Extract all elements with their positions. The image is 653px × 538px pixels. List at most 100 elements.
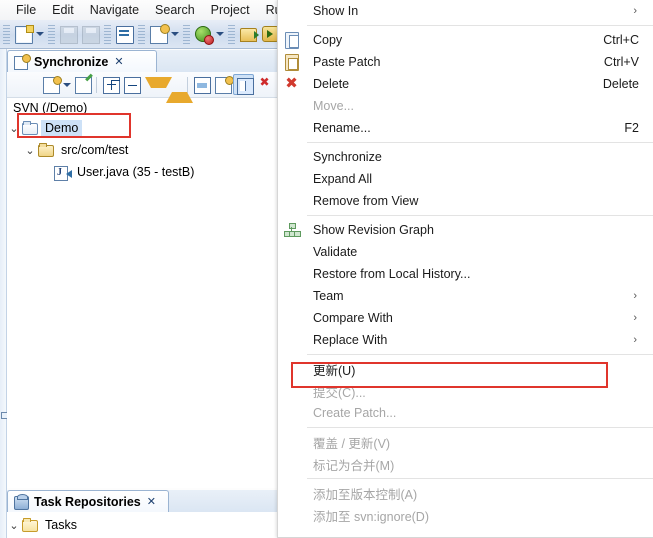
menu-item-label: Synchronize	[313, 150, 382, 164]
menu-item-synchronize[interactable]: Synchronize	[278, 146, 653, 168]
toolbar-grip[interactable]	[228, 24, 235, 44]
toolbar-grip[interactable]	[138, 24, 145, 44]
menu-item-label: Team	[313, 289, 344, 303]
save-all-icon[interactable]	[79, 23, 101, 45]
menu-item-label: Delete	[313, 77, 350, 91]
svn-dropdown-arrow-icon[interactable]	[169, 23, 180, 45]
menu-item-paste-patch[interactable]: Paste Patch Ctrl+V	[278, 51, 653, 73]
close-icon[interactable]: ✕	[114, 55, 123, 68]
menu-project[interactable]: Project	[203, 3, 258, 17]
synchronize-view: Synchronize ✕ ✖ SVN (/Demo) ⌄ Demo ⌄ src…	[7, 50, 277, 488]
menu-item-label: Move...	[313, 99, 354, 113]
tree-item-tasks[interactable]: ⌄ Tasks	[7, 514, 277, 536]
new-wizard-dropdown-arrow-icon[interactable]	[34, 23, 45, 45]
twisty-icon[interactable]: ⌄	[7, 122, 21, 135]
chevron-right-icon: ›	[633, 312, 637, 324]
menu-separator	[278, 427, 653, 428]
sync-mode-dropdown-arrow-icon[interactable]	[61, 74, 72, 96]
menu-item-create-patch: Create Patch...	[278, 402, 653, 424]
tree-item-label: Demo	[41, 120, 83, 136]
java-file-icon	[53, 164, 72, 181]
menu-item-label: 更新(U)	[313, 363, 356, 378]
menu-file[interactable]: File	[8, 3, 44, 17]
menu-item-label: 覆盖 / 更新(V)	[313, 436, 391, 451]
menu-item-restore-from-local-history[interactable]: Restore from Local History...	[278, 263, 653, 285]
menu-item-label: 提交(C)...	[313, 385, 366, 400]
menu-separator	[278, 354, 653, 355]
menu-item-label: Paste Patch	[313, 55, 381, 69]
menu-item-label: 标记为合并(M)	[313, 458, 395, 473]
expand-all-icon[interactable]	[100, 74, 121, 95]
menu-separator	[278, 478, 653, 479]
toolbar-grip[interactable]	[3, 24, 10, 44]
collapse-all-icon[interactable]	[121, 74, 142, 95]
tab-task-repositories[interactable]: Task Repositories ✕	[7, 490, 169, 512]
debug-icon[interactable]	[192, 23, 214, 45]
debug-dropdown-arrow-icon[interactable]	[214, 23, 225, 45]
menu-item-mark-as-merged: 标记为合并(M)	[278, 453, 653, 475]
menu-item-label: Show Revision Graph	[313, 223, 434, 237]
open-console-icon[interactable]	[113, 23, 135, 45]
menu-item-accelerator: F2	[624, 121, 639, 135]
next-change-icon[interactable]	[142, 74, 172, 95]
incoming-mode-icon[interactable]	[191, 74, 212, 95]
save-icon[interactable]	[57, 23, 79, 45]
menu-item-show-in[interactable]: Show In ›	[278, 0, 653, 22]
new-wizard-icon[interactable]	[12, 23, 34, 45]
package-icon	[37, 142, 54, 158]
tab-synchronize[interactable]: Synchronize ✕	[7, 50, 157, 72]
menu-item-show-revision-graph[interactable]: Show Revision Graph	[278, 219, 653, 241]
menu-item-copy[interactable]: Copy Ctrl+C	[278, 29, 653, 51]
menu-item-update[interactable]: 更新(U)	[278, 358, 653, 380]
menu-item-team[interactable]: Team ›	[278, 285, 653, 307]
svn-synchronize-icon[interactable]	[147, 23, 170, 45]
synchronize-tree: ⌄ Demo ⌄ src/com/test User.java (35 - te…	[7, 113, 277, 183]
task-repositories-tab-row: Task Repositories ✕	[7, 490, 277, 512]
menu-item-rename[interactable]: Rename... F2	[278, 117, 653, 139]
outgoing-mode-icon[interactable]	[212, 74, 234, 95]
menu-item-expand-all[interactable]: Expand All	[278, 168, 653, 190]
menu-item-move: Move...	[278, 95, 653, 117]
eclipse-window: File Edit Navigate Search Project Run	[0, 0, 653, 538]
open-in-compare-editor-icon[interactable]	[72, 74, 93, 95]
conflicts-mode-icon[interactable]: ✖	[254, 74, 275, 95]
menu-item-override-update: 覆盖 / 更新(V)	[278, 431, 653, 453]
chevron-right-icon: ›	[633, 334, 637, 346]
menu-item-add-to-version-control: 添加至版本控制(A)	[278, 482, 653, 504]
menu-item-remove-from-view[interactable]: Remove from View	[278, 190, 653, 212]
menu-item-label: Validate	[313, 245, 358, 259]
menu-item-label: Restore from Local History...	[313, 267, 471, 281]
synchronize-view-toolbar: ✖	[7, 72, 277, 103]
twisty-icon[interactable]: ⌄	[23, 144, 37, 157]
revision-graph-icon	[284, 222, 301, 238]
menu-item-validate[interactable]: Validate	[278, 241, 653, 263]
both-mode-icon[interactable]	[233, 74, 254, 95]
toolbar-grip[interactable]	[48, 24, 55, 44]
close-icon[interactable]: ✕	[147, 495, 156, 508]
synchronize-view-tab-row: Synchronize ✕	[7, 50, 277, 72]
menu-search[interactable]: Search	[147, 3, 203, 17]
menu-item-label: 添加至 svn:ignore(D)	[313, 509, 429, 524]
menu-item-compare-with[interactable]: Compare With ›	[278, 307, 653, 329]
menu-item-label: Compare With	[313, 311, 393, 325]
menu-item-accelerator: Delete	[602, 77, 639, 91]
menu-item-label: Create Patch...	[313, 406, 397, 420]
tree-item-demo[interactable]: ⌄ Demo	[7, 117, 277, 139]
toolbar-grip[interactable]	[183, 24, 190, 44]
twisty-icon[interactable]: ⌄	[7, 519, 21, 532]
tree-item-label: User.java (35 - testB)	[77, 165, 195, 179]
external-tools-icon[interactable]	[237, 23, 259, 45]
menu-edit[interactable]: Edit	[44, 3, 82, 17]
sync-mode-icon[interactable]	[40, 74, 62, 95]
menu-item-label: Copy	[313, 33, 343, 47]
toolbar-grip[interactable]	[104, 24, 111, 44]
menu-item-replace-with[interactable]: Replace With ›	[278, 329, 653, 351]
menu-item-delete[interactable]: ✖ Delete Delete	[278, 73, 653, 95]
tree-item-src-com-test[interactable]: ⌄ src/com/test	[7, 139, 277, 161]
toolbar-separator	[96, 76, 97, 93]
tree-item-user-java[interactable]: User.java (35 - testB)	[7, 161, 277, 183]
chevron-right-icon: ›	[633, 290, 637, 302]
task-repositories-tree: ⌄ Tasks	[7, 512, 277, 536]
previous-change-icon[interactable]	[163, 74, 193, 103]
menu-navigate[interactable]: Navigate	[82, 3, 147, 17]
